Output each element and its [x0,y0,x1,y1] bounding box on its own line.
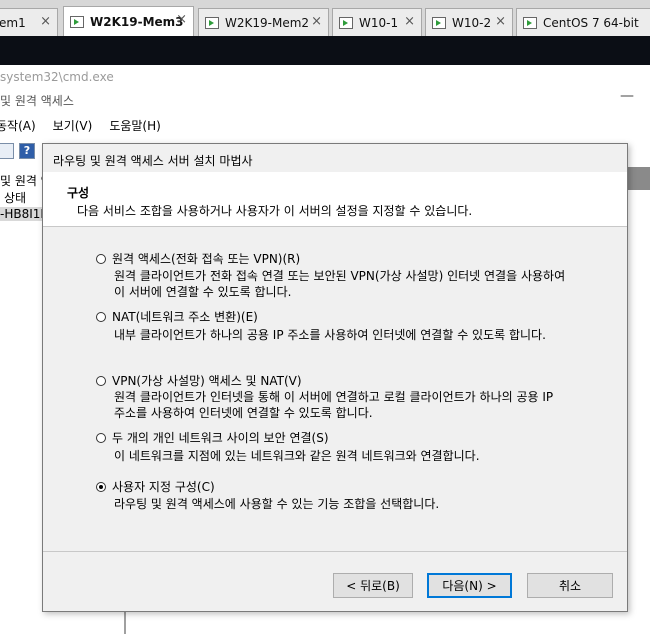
toolbar-properties-icon[interactable] [0,143,14,159]
vm-tab-label: W2K19-Mem2 [225,15,310,30]
option-label: NAT(네트워크 주소 변환)(E) [112,310,258,324]
close-icon[interactable]: × [311,14,322,29]
option-desc: 이 네트워크를 지점에 있는 네트워크와 같은 원격 네트워크와 연결합니다. [114,448,614,464]
vm-tab-w10-1[interactable]: W10-1 × [332,8,422,36]
mmc-menubar: 동작(A) 보기(V) 도움말(H) [0,117,178,137]
desc-line: 원격 클라이언트가 인터넷을 통해 이 서버에 연결하고 로컬 클라이언트가 하… [114,390,554,404]
wizard-subheading: 다음 서비스 조합을 사용하거나 사용자가 이 서버의 설정을 지정할 수 있습… [77,204,473,218]
vm-tab-w2k19-mem3[interactable]: W2K19-Mem3 × [63,6,194,36]
desc-line: 라우팅 및 원격 액세스에 사용할 수 있는 기능 조합을 선택합니다. [114,497,440,511]
mmc-tree-pane: 및 원격 액 상태 -HB8I1R [0,160,52,634]
menu-view[interactable]: 보기(V) [53,117,93,137]
vm-icon [432,16,446,29]
option-label: VPN(가상 사설망) 액세스 및 NAT(V) [112,374,302,388]
menu-action[interactable]: 동작(A) [0,117,36,137]
option-vpn-nat[interactable]: VPN(가상 사설망) 액세스 및 NAT(V) [96,372,302,389]
wizard-options: 원격 액세스(전화 접속 또는 VPN)(R) 원격 클라이언트가 전화 접속 … [43,227,627,551]
radio-custom-configuration[interactable] [96,481,106,492]
footer-separator [43,551,627,552]
vm-tab-label: W10-2 [452,15,492,30]
vm-tab-label: W10-1 [359,15,399,30]
cancel-button[interactable]: 취소 [527,573,613,598]
option-nat[interactable]: NAT(네트워크 주소 변환)(E) [96,308,258,325]
mmc-window-title: 및 원격 액세스 [0,94,74,108]
option-secure-connection[interactable]: 두 개의 개인 네트워크 사이의 보안 연결(S) [96,429,329,446]
back-button[interactable]: < 뒤로(B) [333,573,413,598]
minimize-button[interactable]: — [620,88,634,104]
option-label: 사용자 지정 구성(C) [112,480,215,494]
tree-item-status[interactable]: 상태 [4,189,26,206]
vm-tab-w2k19-mem2[interactable]: W2K19-Mem2 × [198,8,329,36]
radio-secure-connection[interactable] [96,432,106,443]
option-label: 두 개의 개인 네트워크 사이의 보안 연결(S) [112,431,329,445]
option-desc: 라우팅 및 원격 액세스에 사용할 수 있는 기능 조합을 선택합니다. [114,496,614,512]
option-label: 원격 액세스(전화 접속 또는 VPN)(R) [112,252,301,266]
option-remote-access[interactable]: 원격 액세스(전화 접속 또는 VPN)(R) [96,250,300,267]
rras-setup-wizard: 라우팅 및 원격 액세스 서버 설치 마법사 구성 다음 서비스 조합을 사용하… [42,143,628,612]
vm-tab-label: CentOS 7 64-bit [543,15,639,30]
vm-running-icon [205,16,219,29]
vm-tab-label: W2K19-Mem3 [90,14,184,29]
desc-line: 이 네트워크를 지점에 있는 네트워크와 같은 원격 네트워크와 연결합니다. [114,449,480,463]
wizard-header: 구성 다음 서비스 조합을 사용하거나 사용자가 이 서버의 설정을 지정할 수… [43,172,627,227]
vm-icon [523,16,537,29]
wizard-title: 라우팅 및 원격 액세스 서버 설치 마법사 [53,154,253,168]
desc-line: 원격 클라이언트가 전화 접속 연결 또는 보안된 VPN(가상 사설망) 인터… [114,269,566,283]
close-icon[interactable]: × [176,12,187,27]
option-desc: 내부 클라이언트가 하나의 공용 IP 주소를 사용하여 인터넷에 연결할 수 … [114,327,614,343]
vm-tab-centos[interactable]: CentOS 7 64-bit [516,8,650,36]
vm-tab-strip: em1 × W2K19-Mem3 × W2K19-Mem2 × W10-1 × … [0,0,650,36]
close-icon[interactable]: × [40,14,51,29]
cmd-window-title[interactable]: system32\cmd.exe [0,70,114,84]
desc-line: 이 서버에 연결할 수 있도록 합니다. [114,285,292,299]
vm-tab-label: em1 [0,15,26,30]
option-desc: 원격 클라이언트가 인터넷을 통해 이 서버에 연결하고 로컬 클라이언트가 하… [114,389,614,421]
mmc-pane-header [627,167,650,190]
vm-running-icon [339,16,353,29]
option-desc: 원격 클라이언트가 전화 접속 연결 또는 보안된 VPN(가상 사설망) 인터… [114,268,614,300]
wizard-heading: 구성 [67,186,90,200]
menu-help[interactable]: 도움말(H) [109,117,161,137]
vm-tab-w10-2[interactable]: W10-2 × [425,8,513,36]
vm-tab-em1[interactable]: em1 × [0,8,58,36]
next-button[interactable]: 다음(N) > [427,573,512,598]
radio-remote-access[interactable] [96,253,106,264]
desc-line: 내부 클라이언트가 하나의 공용 IP 주소를 사용하여 인터넷에 연결할 수 … [114,328,546,342]
radio-vpn-nat[interactable] [96,375,106,386]
help-icon[interactable]: ? [19,143,35,159]
radio-nat[interactable] [96,311,106,322]
desc-line: 주소를 사용하여 인터넷에 연결할 수 있도록 합니다. [114,406,373,420]
guest-taskbar [0,36,650,65]
vm-running-icon [70,15,84,28]
close-icon[interactable]: × [495,14,506,29]
option-custom-configuration[interactable]: 사용자 지정 구성(C) [96,478,215,495]
close-icon[interactable]: × [404,14,415,29]
